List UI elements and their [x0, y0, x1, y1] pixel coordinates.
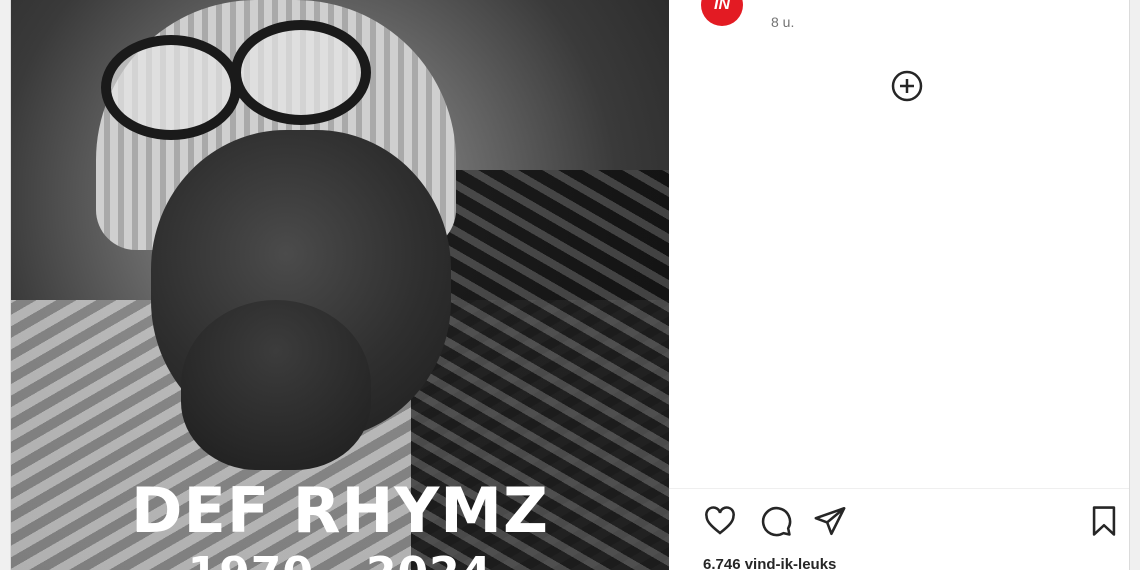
- photo-goggle-left: [101, 35, 241, 140]
- photo-goggle-right: [231, 20, 371, 125]
- post-image[interactable]: DEF RHYMZ 1970 - 2024: [11, 0, 669, 570]
- paper-plane-icon[interactable]: [813, 504, 847, 538]
- image-caption-years: 1970 - 2024: [11, 552, 669, 570]
- account-avatar[interactable]: IN: [701, 0, 743, 26]
- post-header: IN 8 u.: [691, 0, 1111, 44]
- image-caption-title: DEF RHYMZ: [131, 474, 549, 547]
- plus-circle-icon[interactable]: [891, 70, 923, 102]
- likes-count[interactable]: 6.746 vind-ik-leuks: [703, 556, 836, 570]
- bookmark-icon[interactable]: [1087, 504, 1121, 538]
- post-time[interactable]: 8 u.: [771, 14, 794, 30]
- heart-icon[interactable]: [703, 504, 737, 538]
- post-sidebar: IN 8 u. 6.746 vind-ik-leuks: [669, 0, 1129, 570]
- photo-hand: [181, 300, 371, 470]
- instagram-post: DEF RHYMZ 1970 - 2024 IN 8 u.: [10, 0, 1130, 570]
- comment-icon[interactable]: [759, 504, 793, 538]
- post-actions: [669, 500, 1129, 544]
- actions-divider: [669, 488, 1129, 489]
